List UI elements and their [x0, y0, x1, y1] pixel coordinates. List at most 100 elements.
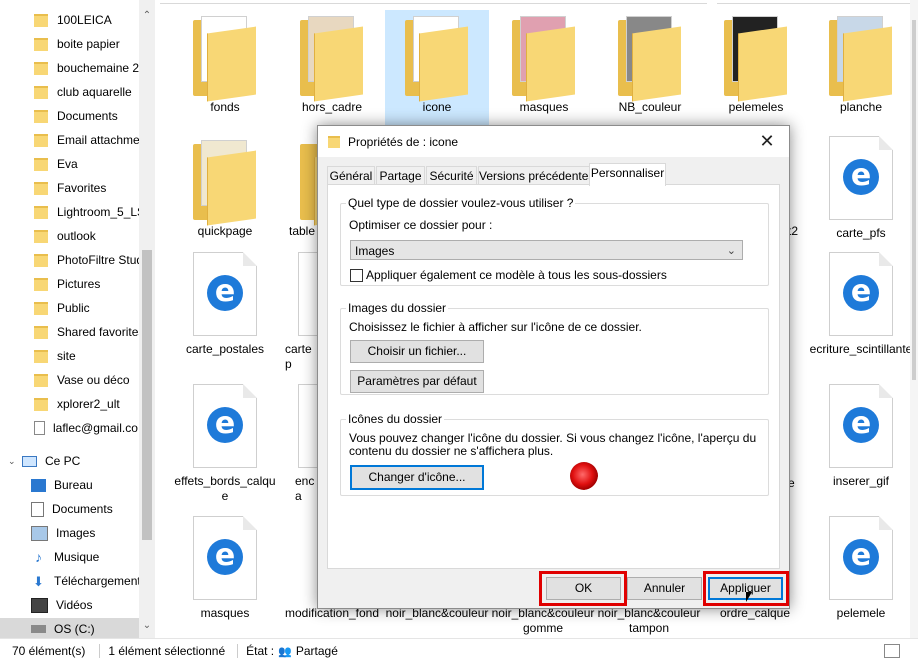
- edge-file-tile[interactable]: enca: [280, 384, 317, 504]
- nav-folder-item[interactable]: 100LEICA: [0, 9, 139, 31]
- edge-file-tile[interactable]: e ecriture_scintillante: [809, 252, 913, 357]
- edge-file-tile[interactable]: e inserer_gif: [809, 384, 913, 489]
- folder-tile[interactable]: hors_cadre: [280, 14, 384, 115]
- folder-icon: [34, 205, 48, 219]
- nav-folder-item[interactable]: Public: [0, 297, 139, 319]
- nav-folder-item[interactable]: Favorites: [0, 177, 139, 199]
- file-label: fonds: [210, 100, 240, 114]
- nav-folder-item[interactable]: Lightroom_5_LS: [0, 201, 139, 223]
- folder-tile[interactable]: pelemeles: [704, 14, 808, 115]
- drive-icon: [31, 625, 46, 633]
- edge-html-icon: [298, 252, 317, 336]
- folder-icon: [34, 325, 48, 339]
- button-label: Changer d'icône...: [368, 470, 466, 484]
- computer-icon: [22, 455, 37, 467]
- nav-item-label: OS (C:): [54, 622, 95, 636]
- close-icon[interactable]: ✕: [745, 126, 789, 157]
- cancel-button[interactable]: Annuler: [627, 577, 702, 600]
- nav-item-label: Public: [57, 301, 90, 315]
- folder-icon: [34, 397, 48, 411]
- file-label: noir_blanc&couleurgomme: [491, 606, 595, 635]
- edge-file-tile[interactable]: e effets_bords_calque: [173, 384, 277, 504]
- dialog-titlebar[interactable]: Propriétés de : icone ✕: [318, 126, 789, 157]
- folder-type-select[interactable]: Images ⌄: [350, 240, 743, 260]
- edge-file-tile[interactable]: e pelemele: [809, 516, 913, 621]
- nav-folder-item[interactable]: Vase ou déco: [0, 369, 139, 391]
- nav-folder-item[interactable]: Eva: [0, 153, 139, 175]
- folder-icon: [34, 181, 48, 195]
- folder-icon: [829, 14, 893, 102]
- edge-file-tile[interactable]: e masques: [173, 516, 277, 621]
- folder-tile[interactable]: planche: [809, 14, 913, 115]
- edge-file-tile[interactable]: cartep: [280, 252, 317, 372]
- nav-item-label: Favorites: [57, 181, 107, 195]
- tab-versions[interactable]: Versions précédentes: [478, 166, 594, 186]
- nav-pc-item[interactable]: Bureau: [0, 474, 139, 496]
- change-icon-button[interactable]: Changer d'icône...: [350, 465, 484, 490]
- nav-folder-item[interactable]: club aquarelle: [0, 81, 139, 103]
- apply-subfolders-checkbox[interactable]: [350, 269, 363, 282]
- file-label: enca: [295, 474, 315, 503]
- choose-file-button[interactable]: Choisir un fichier...: [350, 340, 484, 363]
- group-legend: Icônes du dossier: [348, 412, 443, 426]
- file-tile[interactable]: e: [788, 474, 808, 491]
- tab-general[interactable]: Général: [327, 166, 375, 186]
- nav-folder-item[interactable]: boite papier: [0, 33, 139, 55]
- nav-pc-item[interactable]: ♪ Musique: [0, 546, 139, 568]
- file-label: table: [289, 224, 316, 238]
- scroll-down-icon[interactable]: ⌄: [139, 620, 155, 631]
- nav-file-item[interactable]: laflec@gmail.co: [0, 417, 139, 439]
- folder-icon: [34, 157, 48, 171]
- nav-folder-item[interactable]: Documents: [0, 105, 139, 127]
- edge-file-tile[interactable]: e carte_pfs: [809, 136, 913, 241]
- navigation-pane: 100LEICA boite papier bouchemaine 20 clu…: [0, 0, 155, 638]
- nav-folder-item[interactable]: bouchemaine 20: [0, 57, 139, 79]
- folder-icons-description: Vous pouvez changer l'icône du dossier. …: [349, 431, 757, 445]
- tab-securite[interactable]: Sécurité: [426, 166, 477, 186]
- scroll-up-icon[interactable]: ⌃: [139, 10, 155, 21]
- nav-pc-item[interactable]: ⬇ Téléchargement: [0, 570, 139, 592]
- nav-folder-item[interactable]: Shared favorites: [0, 321, 139, 343]
- folder-tile[interactable]: table: [280, 138, 317, 239]
- nav-pc-item[interactable]: Vidéos: [0, 594, 139, 616]
- nav-folder-item[interactable]: xplorer2_ult: [0, 393, 139, 415]
- nav-scrollbar[interactable]: ⌃ ⌄: [139, 0, 155, 638]
- edge-file-tile[interactable]: e carte_postales: [173, 252, 277, 357]
- nav-folder-item[interactable]: Email attachmer: [0, 129, 139, 151]
- nav-item-label: Pictures: [57, 277, 101, 291]
- folder-tile[interactable]: masques: [492, 14, 596, 115]
- file-label: inserer_gif: [832, 474, 890, 488]
- default-settings-button[interactable]: Paramètres par défaut: [350, 370, 484, 393]
- folder-tile[interactable]: fonds: [173, 14, 277, 115]
- file-label: ecriture_scintillante: [809, 342, 913, 356]
- nav-folder-item[interactable]: outlook: [0, 225, 139, 247]
- details-view-icon[interactable]: [884, 644, 900, 658]
- folder-tile[interactable]: quickpage: [173, 138, 277, 239]
- tab-label: Versions précédentes: [479, 169, 595, 183]
- nav-pc-item[interactable]: OS (C:): [0, 618, 139, 638]
- file-tile[interactable]: t2: [788, 222, 808, 239]
- tab-personnaliser[interactable]: Personnaliser: [589, 163, 666, 186]
- folder-icon: [34, 109, 48, 123]
- nav-folder-item[interactable]: site: [0, 345, 139, 367]
- nav-folder-item[interactable]: Pictures: [0, 273, 139, 295]
- nav-item-label: boite papier: [57, 37, 120, 51]
- folder-icon: [405, 14, 469, 102]
- folder-icon: [34, 61, 48, 75]
- scroll-thumb[interactable]: [142, 250, 152, 540]
- tab-label: Personnaliser: [590, 166, 665, 180]
- content-scrollbar[interactable]: [910, 0, 918, 638]
- folder-tile[interactable]: NB_couleur: [598, 14, 702, 115]
- chevron-down-icon: ⌄: [726, 245, 736, 257]
- nav-folder-item[interactable]: PhotoFiltre Stud: [0, 249, 139, 271]
- state-label: État :: [237, 644, 274, 658]
- file-label: icone: [422, 100, 452, 114]
- nav-pc-item[interactable]: Documents: [0, 498, 139, 520]
- images-icon: [31, 525, 48, 541]
- scroll-thumb[interactable]: [912, 20, 916, 380]
- nav-pc-item[interactable]: Images: [0, 522, 139, 544]
- nav-this-pc[interactable]: ⌄ Ce PC: [0, 450, 139, 472]
- tab-partage[interactable]: Partage: [376, 166, 425, 186]
- folder-tile-selected[interactable]: icone: [385, 10, 489, 128]
- group-legend: Images du dossier: [348, 301, 447, 315]
